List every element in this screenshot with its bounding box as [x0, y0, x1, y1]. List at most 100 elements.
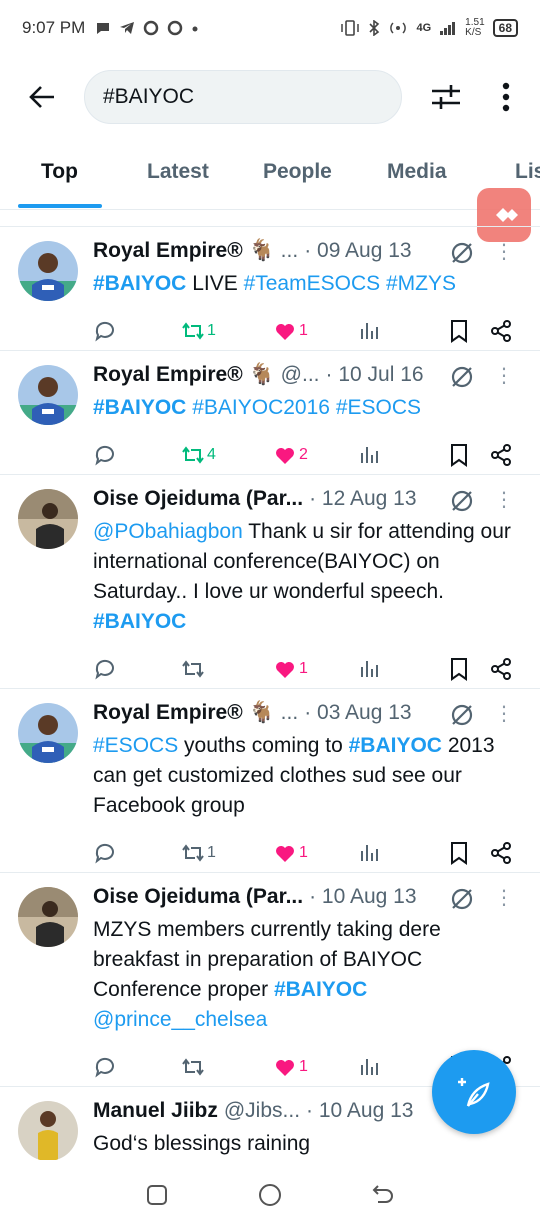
retweet-button[interactable] — [181, 657, 207, 681]
bookmark-button[interactable] — [449, 319, 469, 343]
avatar[interactable] — [18, 489, 78, 549]
bluetooth-icon — [369, 20, 380, 36]
battery-indicator: 68 — [492, 19, 518, 37]
author-handle[interactable]: ... — [281, 701, 299, 725]
tab-top[interactable]: Top — [41, 160, 78, 184]
author-name[interactable]: Oise Ojeiduma (Par... — [93, 487, 303, 511]
back-button[interactable] — [20, 75, 64, 119]
home-circle-icon — [258, 1184, 281, 1206]
tweet-text: #BAIYOC #BAIYOC2016 #ESOCS — [93, 396, 422, 419]
retweet-button[interactable]: 4 — [181, 443, 216, 467]
tweet-more-button[interactable]: ⋮ — [494, 701, 514, 726]
search-box[interactable] — [84, 70, 402, 124]
retweet-button[interactable] — [181, 1055, 207, 1079]
dot-icon — [192, 26, 198, 32]
share-button[interactable] — [489, 657, 513, 681]
search-input[interactable] — [103, 85, 401, 109]
tweet-item[interactable]: Oise Ojeiduma (Par... · 12 Aug 13 ⋮ @POb… — [0, 474, 540, 688]
search-filter-button[interactable] — [424, 75, 468, 119]
author-name[interactable]: Royal Empire® 🐐 — [93, 363, 275, 387]
like-button[interactable]: 1 — [273, 841, 308, 865]
author-name[interactable]: Manuel Jiibz — [93, 1099, 218, 1123]
tweet-more-button[interactable]: ⋮ — [494, 885, 514, 910]
hotspot-icon — [390, 22, 407, 34]
tweet-text: MZYS members currently taking dere break… — [93, 918, 441, 1031]
grok-icon[interactable] — [450, 703, 474, 727]
views-button[interactable] — [359, 443, 381, 465]
views-chart-icon — [361, 845, 378, 861]
like-count: 1 — [299, 844, 308, 861]
share-button[interactable] — [489, 443, 513, 467]
views-chart-icon — [361, 323, 378, 339]
views-chart-icon — [361, 1059, 378, 1075]
views-button[interactable] — [359, 657, 381, 679]
home-button[interactable] — [250, 1175, 290, 1215]
grok-icon[interactable] — [450, 241, 474, 265]
avatar[interactable] — [18, 1101, 78, 1161]
like-button[interactable]: 1 — [273, 1055, 308, 1079]
author-handle[interactable]: ... — [281, 239, 299, 263]
author-handle[interactable]: @... — [281, 363, 320, 387]
author-name[interactable]: Royal Empire® 🐐 — [93, 701, 275, 725]
reply-button[interactable] — [93, 319, 117, 343]
author-name[interactable]: Oise Ojeiduma (Par... — [93, 885, 303, 909]
avatar[interactable] — [18, 241, 78, 301]
views-button[interactable] — [359, 319, 381, 341]
share-icon — [491, 842, 511, 864]
back-nav-button[interactable] — [363, 1175, 403, 1215]
author-name[interactable]: Royal Empire® 🐐 — [93, 239, 275, 263]
bookmark-button[interactable] — [449, 841, 469, 865]
bookmark-icon — [451, 658, 467, 681]
more-options-button[interactable] — [488, 75, 524, 119]
tweet-more-button[interactable]: ⋮ — [494, 363, 514, 388]
tweet-text: God‘s blessings raining — [93, 1132, 311, 1155]
like-button[interactable]: 1 — [273, 319, 308, 343]
grok-icon[interactable] — [450, 489, 474, 513]
tweet-item[interactable]: Royal Empire® 🐐 ... · 09 Aug 13 ⋮ #BAIYO… — [0, 226, 540, 350]
tweet-date: · 09 Aug 13 — [304, 239, 412, 262]
avatar[interactable] — [18, 887, 78, 947]
grok-icon[interactable] — [450, 365, 474, 389]
status-time: 9:07 PM — [22, 18, 86, 37]
tweet-date: · 03 Aug 13 — [304, 701, 412, 724]
share-icon — [491, 320, 511, 342]
retweet-count: 1 — [207, 844, 216, 861]
share-button[interactable] — [489, 319, 513, 343]
avatar[interactable] — [18, 365, 78, 425]
views-button[interactable] — [359, 841, 381, 863]
avatar[interactable] — [18, 703, 78, 763]
bookmark-icon — [451, 842, 467, 865]
bookmark-button[interactable] — [449, 443, 469, 467]
share-button[interactable] — [489, 841, 513, 865]
tweet-more-button[interactable]: ⋮ — [494, 239, 514, 264]
search-tabs: Top Latest People Media Lis — [0, 140, 540, 210]
telegram-icon — [120, 22, 135, 34]
tab-lists[interactable]: Lis — [515, 160, 540, 184]
tab-people[interactable]: People — [263, 160, 332, 184]
reply-button[interactable] — [93, 657, 117, 681]
like-button[interactable]: 1 — [273, 657, 308, 681]
views-chart-icon — [361, 447, 378, 463]
like-button[interactable]: 2 — [273, 443, 308, 467]
views-button[interactable] — [359, 1055, 381, 1077]
notification-o-icon-2 — [168, 20, 183, 36]
bookmark-button[interactable] — [449, 657, 469, 681]
tweet-item[interactable]: Royal Empire® 🐐 @... · 10 Jul 16 ⋮ #BAIY… — [0, 350, 540, 474]
grok-icon[interactable] — [450, 887, 474, 911]
tab-media[interactable]: Media — [387, 160, 447, 184]
retweet-button[interactable]: 1 — [181, 319, 216, 343]
reply-button[interactable] — [93, 1055, 117, 1079]
back-arrow-icon — [29, 86, 54, 108]
tweet-more-button[interactable]: ⋮ — [494, 487, 514, 512]
reply-button[interactable] — [93, 841, 117, 865]
tweet-date: · 12 Aug 13 — [309, 487, 417, 510]
search-header — [0, 66, 540, 128]
compose-tweet-button[interactable] — [432, 1050, 516, 1134]
recents-button[interactable] — [137, 1175, 177, 1215]
author-handle[interactable]: @Jibs... — [224, 1099, 300, 1123]
tweet-item[interactable]: Royal Empire® 🐐 ... · 03 Aug 13 ⋮ #ESOCS… — [0, 688, 540, 872]
reply-button[interactable] — [93, 443, 117, 467]
retweet-button[interactable]: 1 — [181, 841, 216, 865]
tweet-text: #BAIYOC LIVE #TeamESOCS #MZYS — [93, 272, 456, 295]
tab-latest[interactable]: Latest — [147, 160, 209, 184]
